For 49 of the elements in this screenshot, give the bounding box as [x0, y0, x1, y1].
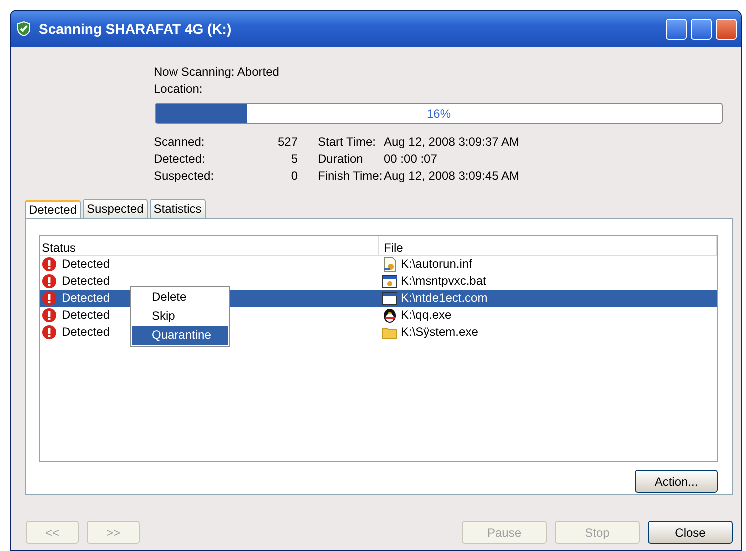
now-scanning-value: Aborted [237, 65, 280, 79]
batch-file-icon [382, 274, 398, 290]
status-text: Detected [62, 307, 110, 324]
status-text: Detected [62, 324, 110, 341]
shield-icon [17, 21, 31, 37]
location-label: Location: [154, 82, 203, 96]
error-icon [42, 257, 57, 272]
status-text: Detected [62, 273, 110, 290]
close-button[interactable] [716, 18, 737, 40]
menu-item[interactable]: Skip [132, 307, 228, 326]
stat-value: 5 [291, 152, 298, 166]
stat-value: 0 [291, 169, 298, 183]
stat-value: Aug 12, 2008 3:09:45 AM [384, 168, 520, 185]
error-icon [42, 308, 57, 323]
script-file-icon [382, 256, 398, 272]
action-button[interactable]: Action... [635, 470, 718, 493]
status-text: Detected [62, 256, 110, 273]
file-path: K:\ntde1ect.com [401, 290, 488, 307]
stat-label: Detected: [154, 151, 206, 168]
error-icon [42, 291, 57, 306]
error-icon [42, 325, 57, 340]
stat-label: Start Time: [318, 134, 378, 151]
status-text: Detected [62, 290, 110, 307]
stat-value: Aug 12, 2008 3:09:37 AM [384, 134, 520, 151]
minimize-button[interactable] [666, 18, 687, 40]
button[interactable]: Close [648, 521, 733, 544]
column-header: Status [40, 236, 379, 255]
file-path: K:\qq.exe [401, 307, 452, 324]
stat-label: Duration [318, 151, 364, 168]
error-icon [42, 274, 57, 289]
window-title: Scanning SHARAFAT 4G (K:) [39, 20, 232, 39]
stat-value: 527 [278, 135, 298, 149]
menu-item[interactable]: Delete [132, 288, 228, 307]
stat-value: 00 :00 :07 [384, 151, 438, 168]
file-path: K:\autorun.inf [401, 256, 472, 273]
menu-item[interactable]: Quarantine [132, 326, 228, 345]
tab[interactable]: Statistics [150, 199, 206, 218]
stat-label: Scanned: [154, 134, 206, 151]
app-icon [382, 308, 398, 324]
file-path: K:\msntpvxc.bat [401, 273, 486, 290]
tab[interactable]: Detected [25, 200, 82, 219]
stat-label: Suspected: [154, 168, 216, 185]
maximize-button[interactable] [691, 18, 712, 40]
application-window-icon [382, 290, 398, 306]
stat-label: Finish Time: [318, 168, 384, 185]
file-path: K:\Sÿstem.exe [401, 324, 478, 341]
tab[interactable]: Suspected [83, 199, 148, 218]
now-scanning-label: Now Scanning: [154, 65, 235, 79]
progress-reading: 16% [426, 107, 452, 121]
